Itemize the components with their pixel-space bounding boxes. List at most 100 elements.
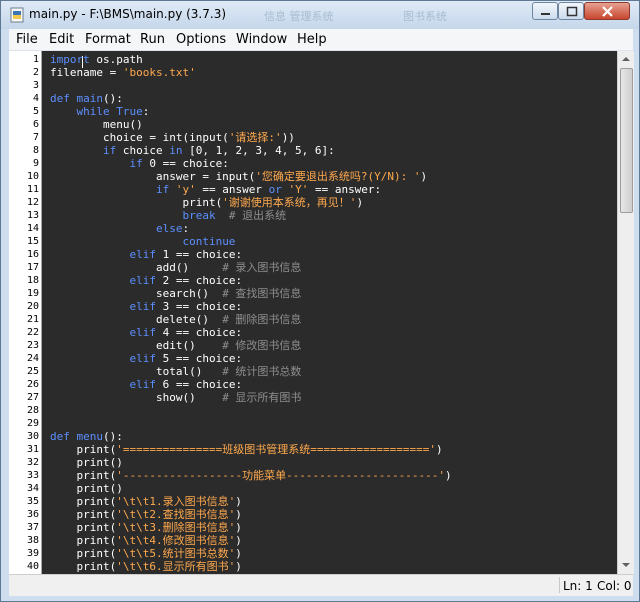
code-keyword: menu: [76, 430, 104, 443]
code-keyword: elif: [129, 352, 156, 365]
code-keyword: main: [76, 92, 104, 105]
code-line: choice = int(input('请选择:')): [50, 131, 295, 144]
code-text: ():: [103, 92, 123, 105]
code-line: print(): [50, 482, 122, 495]
code-text: search(): [50, 287, 223, 300]
code-text: )): [281, 131, 295, 144]
code-string: '谢谢使用本系统，再见！': [222, 196, 357, 209]
code-line: show() # 显示所有图书: [50, 391, 301, 404]
line-number: 20: [26, 301, 39, 312]
code-text: 2 == choice:: [155, 274, 243, 287]
close-icon: [602, 6, 613, 17]
title-bar[interactable]: main.py - F:\BMS\main.py (3.7.3) 信息 管理系统…: [1, 1, 639, 29]
line-number: 30: [26, 431, 39, 442]
code-line: print(): [50, 456, 123, 469]
code-comment: # 录入图书信息: [222, 261, 302, 274]
vertical-scrollbar[interactable]: [617, 51, 634, 574]
scroll-down-arrow-icon[interactable]: [619, 558, 633, 572]
code-line: def menu():: [50, 430, 123, 443]
code-line: delete() # 删除图书信息: [50, 313, 301, 326]
code-text: :: [182, 222, 190, 235]
menu-bar: File Edit Format Run Options Window Help: [9, 29, 633, 51]
menu-options[interactable]: Options: [176, 32, 226, 47]
code-string: '\t\t3.删除图书信息': [116, 521, 236, 534]
code-text: print(: [50, 560, 117, 573]
code-line: else:: [50, 222, 189, 235]
line-number: 35: [26, 496, 39, 507]
code-keyword: def: [50, 92, 70, 105]
menu-edit[interactable]: Edit: [49, 32, 74, 47]
minimize-icon: [541, 13, 550, 15]
code-string: 'y': [175, 183, 196, 196]
code-keyword: elif: [129, 248, 156, 261]
code-keyword: else: [155, 222, 183, 235]
code-text: 5 == choice:: [155, 352, 243, 365]
code-line: if choice in [0, 1, 2, 3, 4, 5, 6]:: [50, 144, 335, 157]
code-string: '您确定要退出系统吗?(Y/N): ': [255, 170, 421, 183]
code-text: print(): [50, 456, 123, 469]
code-text: total(): [50, 365, 223, 378]
code-comment: # 统计图书总数: [222, 365, 302, 378]
code-text: ): [235, 534, 242, 547]
line-number: 27: [26, 392, 39, 403]
code-text: edit(): [50, 339, 223, 352]
code-string: 'books.txt': [122, 66, 196, 79]
code-text-area[interactable]: import os.path filename = 'books.txt' def …: [42, 51, 617, 574]
code-line: print('\t\t1.录入图书信息'): [50, 495, 241, 508]
code-line: print('------------------功能菜单-----------…: [50, 469, 451, 482]
code-string: '\t\t4.修改图书信息': [116, 534, 236, 547]
code-text: print(: [50, 547, 117, 560]
code-text: 1 == choice:: [155, 248, 243, 261]
line-number: 34: [26, 483, 39, 494]
code-line: menu(): [50, 118, 143, 131]
line-number: 12: [26, 197, 39, 208]
code-line: if 'y' == answer or 'Y' == answer:: [50, 183, 381, 196]
code-text: 6 == choice:: [155, 378, 243, 391]
menu-window[interactable]: Window: [236, 32, 287, 47]
code-text: print(: [50, 508, 117, 521]
code-text: filename =: [50, 66, 123, 79]
menu-file[interactable]: File: [16, 32, 38, 47]
maximize-button[interactable]: [558, 2, 584, 20]
code-text: 4 == choice:: [155, 326, 243, 339]
line-number: 6: [32, 119, 39, 130]
scrollbar-thumb[interactable]: [620, 68, 633, 213]
code-keyword: elif: [129, 326, 156, 339]
code-keyword: elif: [129, 378, 156, 391]
line-number: 28: [26, 405, 39, 416]
code-text: os.path: [89, 53, 143, 66]
code-line: while True:: [50, 105, 150, 118]
close-button[interactable]: [584, 2, 630, 20]
code-text: :: [142, 105, 150, 118]
menu-help[interactable]: Help: [297, 32, 327, 47]
code-line: elif 4 == choice:: [50, 326, 242, 339]
code-text: ): [235, 508, 242, 521]
menu-run[interactable]: Run: [140, 32, 165, 47]
line-number: 1: [32, 54, 39, 65]
scroll-up-arrow-icon[interactable]: [619, 52, 633, 66]
line-number: 3: [32, 80, 39, 91]
code-string: 'Y': [288, 183, 309, 196]
code-text: answer = input(: [50, 170, 256, 183]
code-text: 0 == choice:: [142, 157, 229, 170]
menu-format[interactable]: Format: [85, 32, 131, 47]
code-string: '\t\t2.查找图书信息': [116, 508, 236, 521]
line-number: 2: [32, 67, 39, 78]
code-text: ():: [103, 430, 123, 443]
code-string: '\t\t1.录入图书信息': [116, 495, 236, 508]
line-number: 31: [26, 444, 39, 455]
code-comment: # 查找图书信息: [222, 287, 302, 300]
code-text: ): [235, 547, 242, 560]
code-line: edit() # 修改图书信息: [50, 339, 301, 352]
line-number: 39: [26, 548, 39, 559]
code-text: choice = int(input(: [50, 131, 229, 144]
minimize-button[interactable]: [532, 2, 558, 20]
